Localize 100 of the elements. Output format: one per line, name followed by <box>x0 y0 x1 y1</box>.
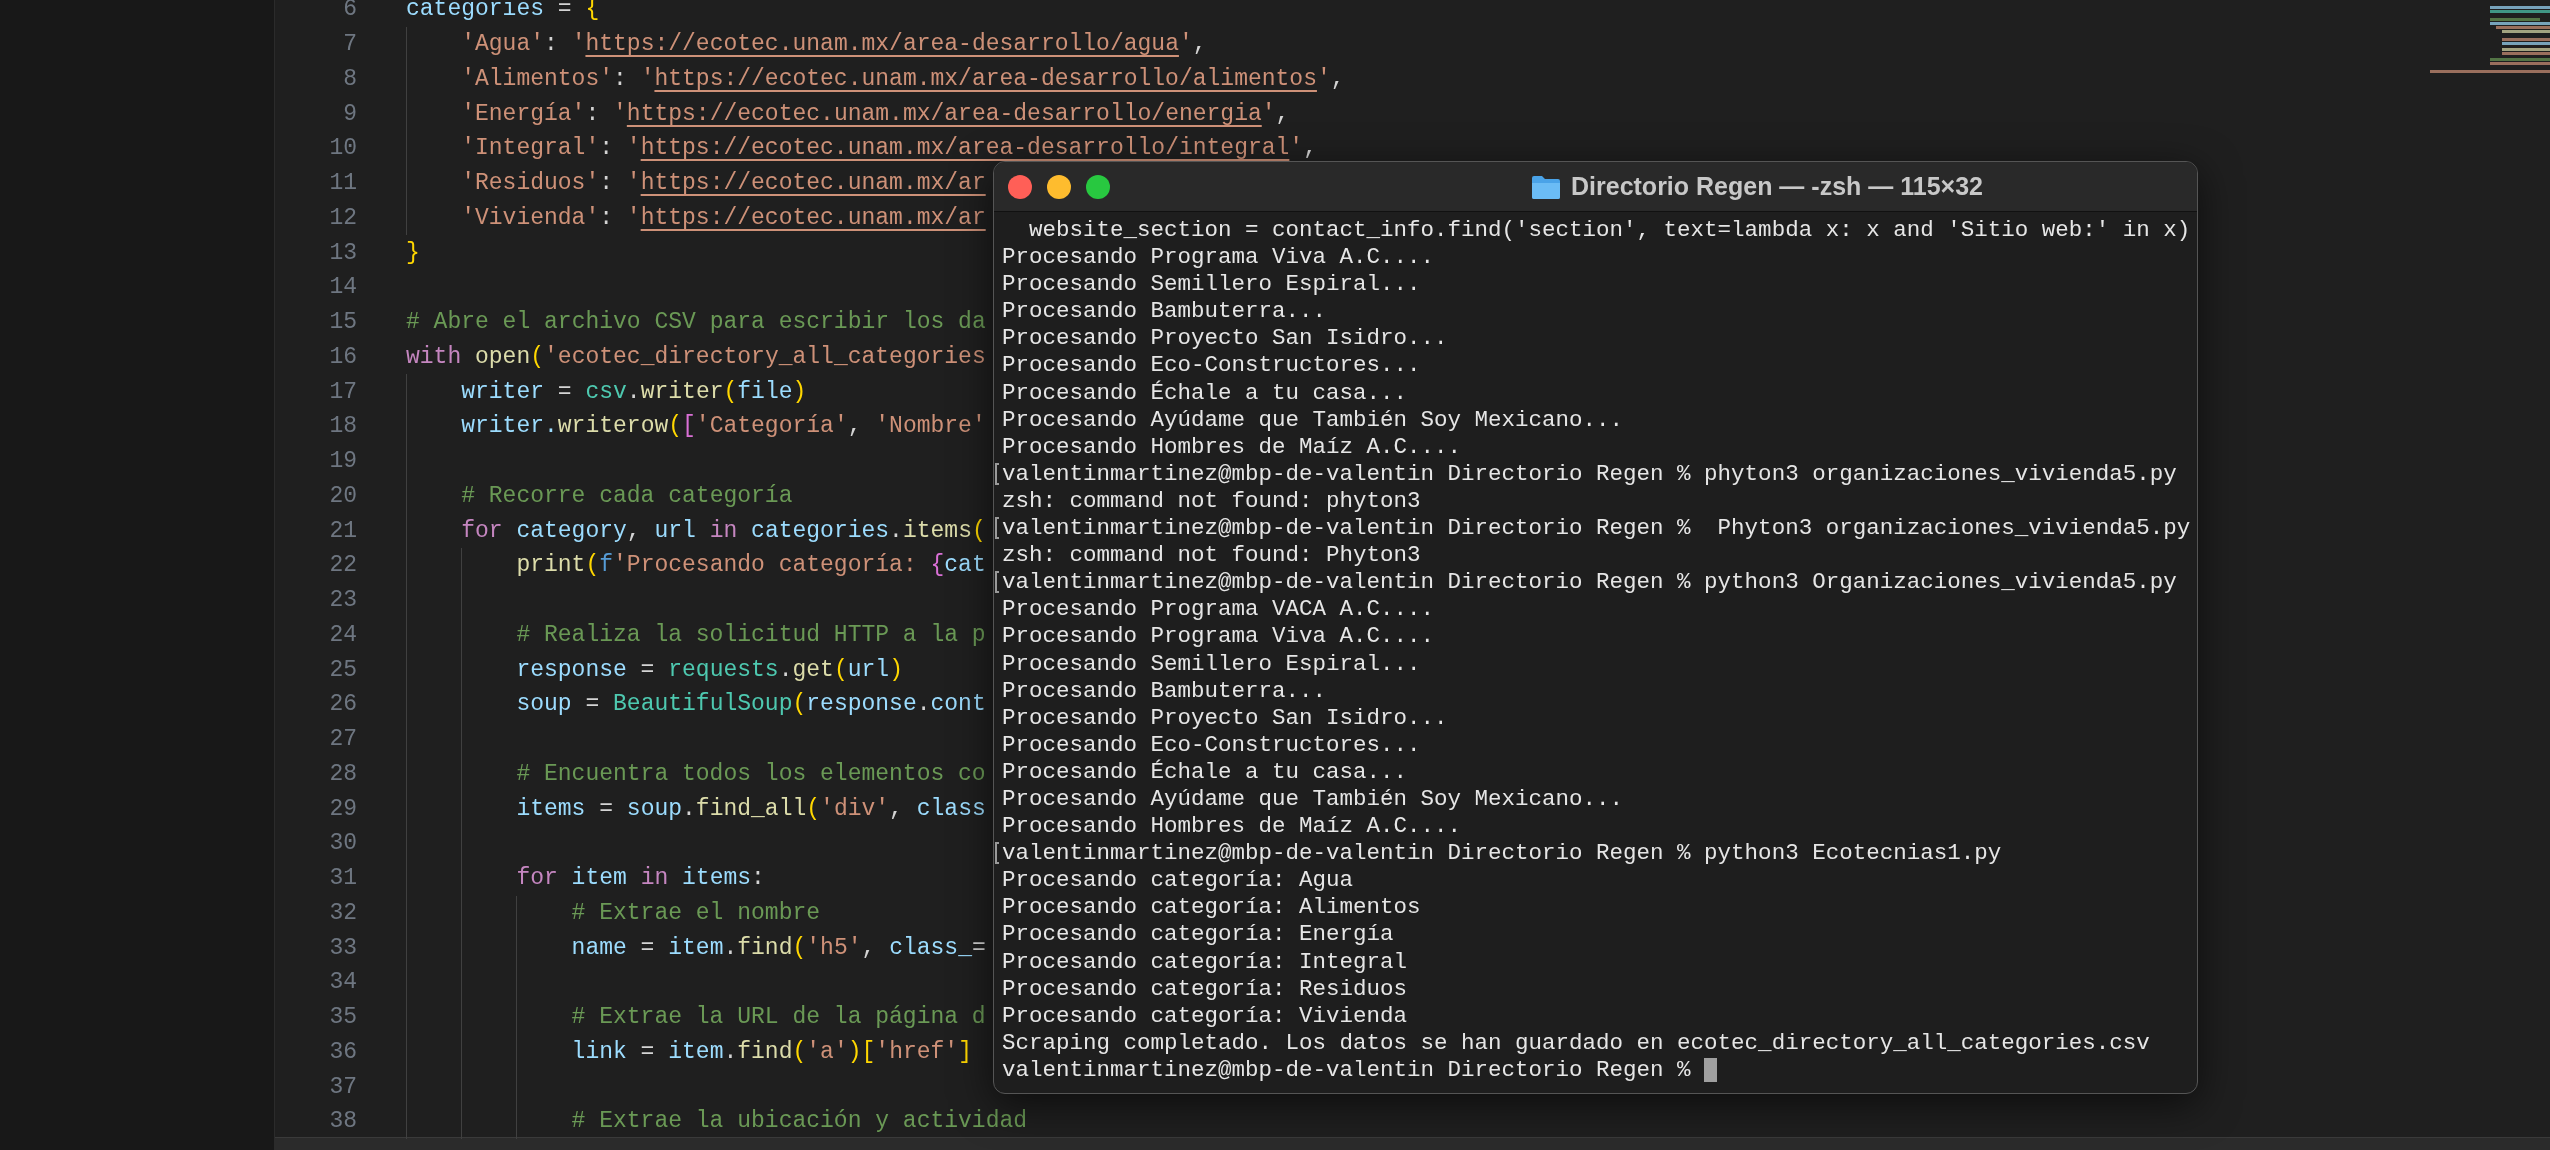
line-number: 37 <box>328 1073 357 1100</box>
line-number: 36 <box>328 1038 357 1065</box>
line-number: 32 <box>328 899 357 926</box>
line-number: 21 <box>328 517 357 544</box>
text-cursor <box>1704 1058 1718 1083</box>
line-number: 26 <box>328 691 357 718</box>
prompt-mark-icon <box>995 571 999 594</box>
code-line: 'Alimentos': 'https://ecotec.unam.mx/area-desarrollo/alimentos', <box>461 64 1345 94</box>
window-title: Directorio Regen — -zsh — 115×32 <box>1571 172 1983 201</box>
line-number: 19 <box>328 448 357 475</box>
terminal-line: zsh: command not found: Phyton3 <box>1002 542 1421 570</box>
code-line: with open('ecotec_directory_all_categories <box>406 342 986 372</box>
terminal-line: Procesando Proyecto San Isidro... <box>1002 325 1448 353</box>
line-number: 30 <box>328 830 357 857</box>
terminal-line: Procesando Eco-Constructores... <box>1002 731 1421 759</box>
terminal-line: Procesando categoría: Agua <box>1002 867 1354 895</box>
line-number: 28 <box>328 760 357 787</box>
line-number: 9 <box>342 100 357 127</box>
prompt-mark-icon <box>995 842 999 865</box>
line-number: 6 <box>342 0 357 23</box>
code-line: items = soup.find_all('div', class <box>516 794 986 824</box>
line-number: 14 <box>328 274 357 301</box>
terminal-line: Procesando Hombres de Maíz A.C.... <box>1002 813 1462 841</box>
code-line: soup = BeautifulSoup(response.cont <box>516 690 986 720</box>
terminal-line: Procesando Programa Viva A.C.... <box>1002 244 1435 272</box>
code-line: # Recorre cada categoría <box>461 481 793 511</box>
line-number: 24 <box>328 621 357 648</box>
code-line: for category, url in categories.items( <box>461 516 986 546</box>
line-number: 7 <box>342 31 357 58</box>
line-number: 11 <box>328 170 357 197</box>
terminal-line: Procesando Ayúdame que También Soy Mexicano... <box>1002 406 1624 434</box>
code-line: name = item.find('h5', class_= <box>571 933 986 963</box>
line-number: 16 <box>328 343 357 370</box>
code-line: # Extrae la URL de la página d <box>571 1003 986 1033</box>
zoom-button[interactable] <box>1086 174 1110 199</box>
line-number: 20 <box>328 482 357 509</box>
code-line: for item in items: <box>516 864 765 894</box>
terminal-line: Procesando Eco-Constructores... <box>1002 352 1421 380</box>
close-button[interactable] <box>1008 174 1032 199</box>
terminal-line: valentinmartinez@mbp-de-valentin Directorio Regen % Phyton3 organizaciones_vivienda5.py <box>1002 515 2191 543</box>
terminal-line: Procesando Hombres de Maíz A.C.... <box>1002 433 1462 461</box>
code-line: 'Integral': 'https://ecotec.unam.mx/area-desarrollo/integral', <box>461 134 1317 164</box>
code-line: # Extrae la ubicación y actividad <box>571 1107 1028 1137</box>
terminal-line: Procesando Bambuterra... <box>1002 677 1327 705</box>
code-line: response = requests.get(url) <box>516 655 903 685</box>
terminal-line: Procesando categoría: Vivienda <box>1002 1002 1408 1030</box>
code-line: writer = csv.writer(file) <box>461 377 807 407</box>
terminal-line: valentinmartinez@mbp-de-valentin Directorio Regen % <box>1002 1056 1692 1084</box>
line-number: 10 <box>328 135 357 162</box>
terminal-line: Procesando categoría: Alimentos <box>1002 894 1421 922</box>
line-number: 12 <box>328 204 357 231</box>
prompt-mark-icon <box>995 462 999 485</box>
code-line: } <box>406 238 420 268</box>
code-line: # Abre el archivo CSV para escribir los da <box>406 308 986 338</box>
line-number: 13 <box>328 239 357 266</box>
code-line: 'Energía': 'https://ecotec.unam.mx/area-desarrollo/energia', <box>461 99 1290 129</box>
line-number: 15 <box>328 309 357 336</box>
minimize-button[interactable] <box>1047 174 1071 199</box>
code-line: # Realiza la solicitud HTTP a la p <box>516 620 986 650</box>
terminal-line: Procesando categoría: Integral <box>1002 948 1408 976</box>
terminal-line: Procesando Semillero Espiral... <box>1002 271 1421 299</box>
code-line: # Encuentra todos los elementos co <box>516 759 986 789</box>
terminal-line: Procesando Échale a tu casa... <box>1002 758 1408 786</box>
line-number: 18 <box>328 413 357 440</box>
terminal-line: website_section = contact_info.find('section', text=lambda x: x and 'Sitio web:' in x) <box>1028 217 2191 245</box>
terminal-line: Procesando categoría: Residuos <box>1002 975 1408 1003</box>
terminal-line: valentinmartinez@mbp-de-valentin Directorio Regen % python3 Organizaciones_vivienda5.py <box>1002 569 2177 597</box>
line-number: 22 <box>328 552 357 579</box>
code-line: 'Residuos': 'https://ecotec.unam.mx/ar <box>461 169 986 199</box>
line-number: 29 <box>328 795 357 822</box>
line-number: 38 <box>328 1108 357 1135</box>
code-line: print(f'Procesando categoría: {cat <box>516 551 986 581</box>
code-line: writer.writerow(['Categoría', 'Nombre' <box>461 412 986 442</box>
line-number: 25 <box>328 656 357 683</box>
terminal-line: Procesando Semillero Espiral... <box>1002 650 1421 678</box>
line-number: 35 <box>328 1004 357 1031</box>
terminal-line: Procesando categoría: Energía <box>1002 921 1394 949</box>
line-number: 17 <box>328 378 357 405</box>
line-number: 33 <box>328 934 357 961</box>
terminal-line: Procesando Ayúdame que También Soy Mexicano... <box>1002 785 1624 814</box>
code-line: link = item.find('a')['href'] <box>571 1037 972 1067</box>
terminal-line: valentinmartinez@mbp-de-valentin Directorio Regen % phyton3 organizaciones_vivienda5.py <box>1002 460 2177 488</box>
code-line: 'Vivienda': 'https://ecotec.unam.mx/ar <box>461 203 986 233</box>
prompt-mark-icon <box>995 517 999 540</box>
line-number: 27 <box>328 726 357 753</box>
terminal-line: Procesando Programa VACA A.C.... <box>1002 596 1435 624</box>
terminal-line: valentinmartinez@mbp-de-valentin Directorio Regen % python3 Ecotecnias1.py <box>1002 840 2002 868</box>
folder-icon <box>1531 173 1561 200</box>
terminal-line: zsh: command not found: phyton3 <box>1002 487 1421 516</box>
terminal-line: Procesando Proyecto San Isidro... <box>1002 704 1448 732</box>
line-number: 8 <box>342 65 357 92</box>
code-line: # Extrae el nombre <box>571 898 821 928</box>
code-line: 'Agua': 'https://ecotec.unam.mx/area-desarrollo/agua', <box>461 30 1207 60</box>
terminal-line: Scraping completado. Los datos se han guardado en ecotec_directory_all_categories.csv <box>1002 1029 2150 1057</box>
line-number: 23 <box>328 587 357 614</box>
line-number: 31 <box>328 865 357 892</box>
terminal-line: Procesando Échale a tu casa... <box>1002 379 1408 407</box>
terminal-line: Procesando Bambuterra... <box>1002 298 1327 326</box>
terminal-line: Procesando Programa Viva A.C.... <box>1002 623 1435 651</box>
line-number: 34 <box>328 969 357 996</box>
